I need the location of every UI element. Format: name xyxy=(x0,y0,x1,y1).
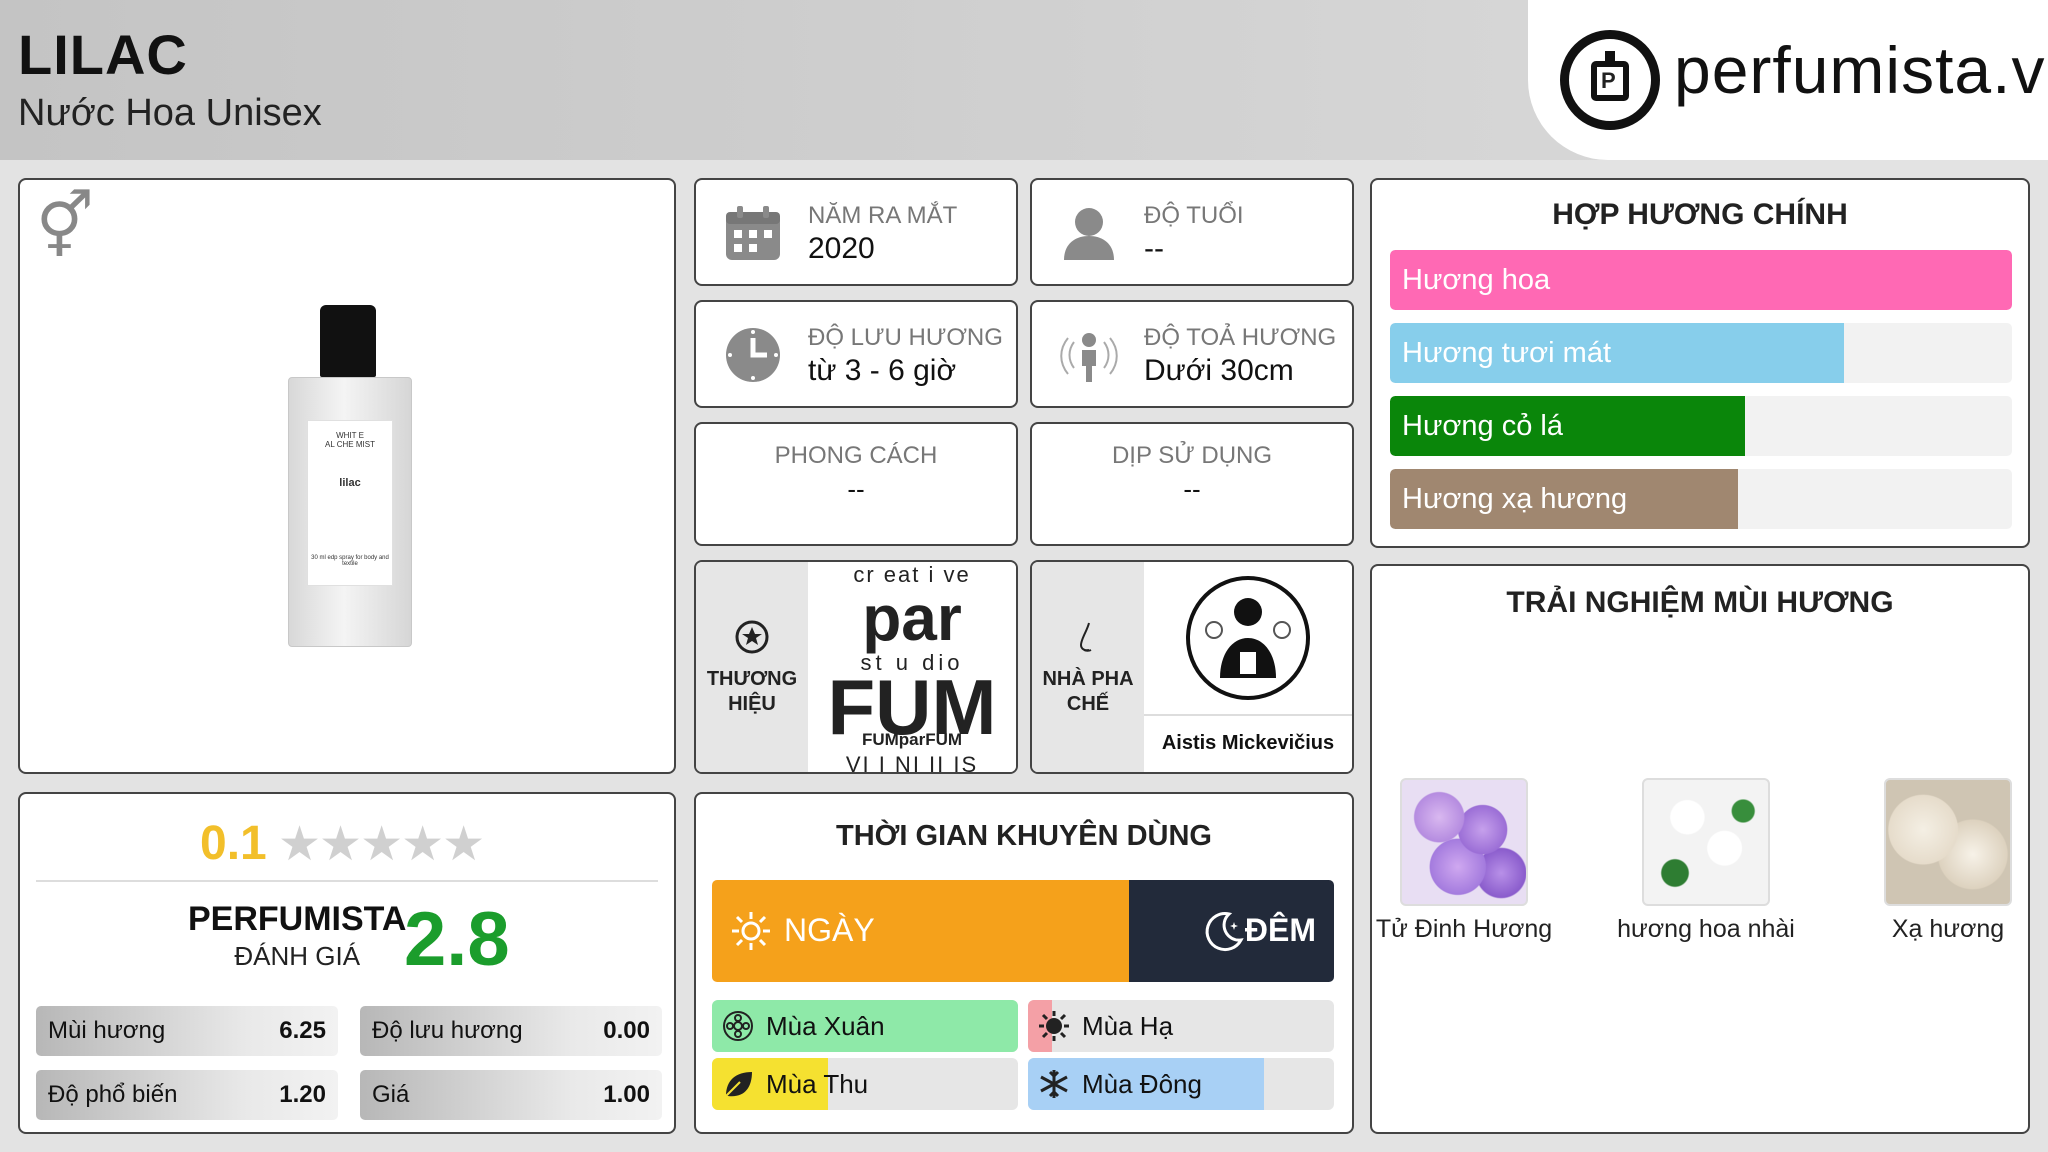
sillage-icon xyxy=(1060,333,1118,382)
star-rating[interactable]: ★★★★★ xyxy=(278,816,485,872)
metric-popularity: Độ phổ biến 1.20 xyxy=(36,1070,338,1120)
leaf-icon xyxy=(725,1072,752,1097)
unisex-gender-icon: ⚥ xyxy=(36,190,94,262)
season-autumn: Mùa Thu xyxy=(712,1058,1018,1110)
lilac-flower-image xyxy=(1400,778,1528,906)
season-winter: Mùa Đông xyxy=(1028,1058,1334,1110)
longevity-value: từ 3 - 6 giờ xyxy=(808,354,957,387)
usage-title: THỜI GIAN KHUYÊN DÙNG xyxy=(836,820,1212,852)
perfume-category: Nước Hoa Unisex xyxy=(18,92,322,134)
brand-card[interactable]: THƯƠNG HIỆU cr eat i ve par st u dio FUM… xyxy=(694,560,1018,774)
accord-label: Hương xạ hương xyxy=(1402,483,1628,515)
release-year-card: NĂM RA MẮT 2020 xyxy=(694,178,1018,286)
notes-title: TRẢI NGHIỆM MÙI HƯƠNG xyxy=(1506,586,1894,619)
snowflake-icon xyxy=(1040,1070,1068,1098)
night-segment: ĐÊM xyxy=(1128,880,1334,982)
accord-bar: Hương cỏ lá xyxy=(1390,396,2012,456)
age-card: ĐỘ TUỔI -- xyxy=(1030,178,1354,286)
star-icon[interactable]: ★ xyxy=(360,818,403,871)
occasion-card: DỊP SỬ DỤNG -- xyxy=(1030,422,1354,546)
perfumer-avatar-icon xyxy=(1186,576,1310,700)
accord-bar: Hương hoa xyxy=(1390,250,2012,310)
perfumista-rating-label: PERFUMISTA ĐÁNH GIÁ xyxy=(188,900,407,971)
note-item-lilac[interactable]: Tử Đinh Hương xyxy=(1372,778,1564,945)
perfume-name: LILAC xyxy=(18,23,188,86)
accord-bar: Hương tươi mát xyxy=(1390,323,2012,383)
product-bottle-image: WHIT E AL CHE MIST lilac 30 ml edp spray… xyxy=(288,305,412,650)
clock-icon xyxy=(726,328,780,382)
product-image-panel: ⚥ WHIT E AL CHE MIST lilac 30 ml edp spr… xyxy=(18,178,676,774)
metric-longevity: Độ lưu hương 0.00 xyxy=(360,1006,662,1056)
nose-icon xyxy=(1079,622,1092,652)
logo-text: perfumista.vn xyxy=(1674,33,2048,107)
flower-icon xyxy=(723,1011,753,1041)
perfume-bottle-logo-icon: P xyxy=(1560,30,1660,130)
musk-image xyxy=(1884,778,2012,906)
note-item-musk[interactable]: Xạ hương xyxy=(1848,778,2028,945)
accord-label: Hương hoa xyxy=(1402,264,1551,296)
style-card: PHONG CÁCH -- xyxy=(694,422,1018,546)
perfumer-card[interactable]: NHÀ PHA CHẾ Aistis Mickevičius xyxy=(1030,560,1354,774)
star-icon[interactable]: ★ xyxy=(319,818,362,871)
user-icon xyxy=(1064,208,1114,260)
perfumer-portrait[interactable]: Aistis Mickevičius xyxy=(1144,562,1352,772)
main-accords-panel: HỢP HƯƠNG CHÍNH Hương hoa Hương tươi mát H… xyxy=(1370,178,2030,548)
accord-label: Hương tươi mát xyxy=(1402,337,1612,369)
season-summer: Mùa Hạ xyxy=(1028,1000,1334,1052)
season-spring: Mùa Xuân xyxy=(712,1000,1018,1052)
calendar-icon xyxy=(726,206,780,260)
site-logo[interactable]: P perfumista.vn xyxy=(1528,0,2048,160)
recommended-time-panel: THỜI GIAN KHUYÊN DÙNG NGÀY ĐÊM Mùa Xuân … xyxy=(694,792,1354,1134)
rating-panel: 0.1 ★★★★★ PERFUMISTA ĐÁNH GIÁ 2.8 Mùi hư… xyxy=(18,792,676,1134)
jasmine-flower-image xyxy=(1642,778,1770,906)
moon-icon xyxy=(1205,912,1244,952)
star-icon[interactable]: ★ xyxy=(401,818,444,871)
metric-scent: Mùi hương 6.25 xyxy=(36,1006,338,1056)
star-icon[interactable]: ★ xyxy=(442,818,485,871)
note-item-jasmine[interactable]: hương hoa nhài xyxy=(1606,778,1806,945)
release-year-value: 2020 xyxy=(808,232,875,265)
sun-icon xyxy=(732,912,770,950)
user-rating-value: 0.1 xyxy=(200,817,267,870)
accords-title: HỢP HƯƠNG CHÍNH xyxy=(1552,198,1848,231)
age-value: -- xyxy=(1144,232,1164,265)
perfumista-score: 2.8 xyxy=(404,897,510,982)
accord-bar: Hương xạ hương xyxy=(1390,469,2012,529)
page-header: LILAC Nước Hoa Unisex P perfumista.vn xyxy=(0,0,2048,160)
occasion-value: -- xyxy=(1183,474,1201,504)
scent-notes-panel: TRẢI NGHIỆM MÙI HƯƠNG Tử Đinh Hương hươn… xyxy=(1370,564,2030,1134)
sillage-card: ĐỘ TOẢ HƯƠNG Dưới 30cm xyxy=(1030,300,1354,408)
star-icon[interactable]: ★ xyxy=(278,818,321,871)
style-value: -- xyxy=(847,474,865,504)
day-night-bar: NGÀY ĐÊM xyxy=(712,880,1334,982)
brand-logo[interactable]: cr eat i ve par st u dio FUM FUMparFUM V… xyxy=(808,562,1016,772)
metric-price: Giá 1.00 xyxy=(360,1070,662,1120)
brand-caption: FUMparFUM xyxy=(861,730,963,749)
sun-icon xyxy=(1039,1011,1069,1041)
sillage-value: Dưới 30cm xyxy=(1144,354,1294,387)
day-segment: NGÀY xyxy=(712,880,1129,982)
divider xyxy=(36,880,658,882)
accord-label: Hương cỏ lá xyxy=(1402,410,1563,442)
longevity-card: ĐỘ LƯU HƯƠNG từ 3 - 6 giờ xyxy=(694,300,1018,408)
star-badge-icon xyxy=(735,620,769,654)
perfumer-name[interactable]: Aistis Mickevičius xyxy=(1144,732,1352,755)
